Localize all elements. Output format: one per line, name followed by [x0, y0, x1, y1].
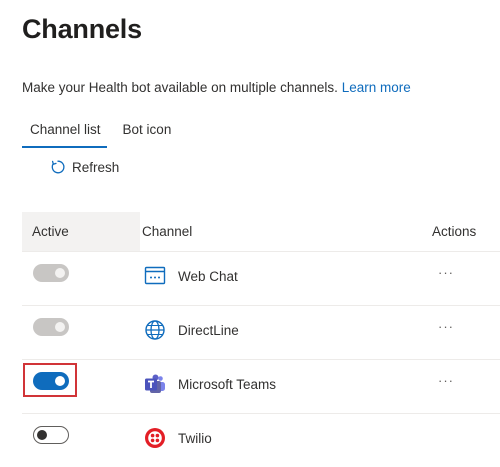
toggle-switch[interactable] [33, 264, 69, 282]
twilio-icon [145, 428, 165, 448]
more-actions-button[interactable]: ··· [438, 373, 454, 388]
web-chat-icon [144, 266, 166, 285]
column-header-channel[interactable]: Channel [142, 212, 192, 251]
toggle-switch[interactable] [33, 372, 69, 390]
channel-name: Twilio [178, 431, 212, 446]
toggle-knob [55, 322, 65, 332]
toggle-knob [37, 430, 47, 440]
table-row: Microsoft Teams ··· [22, 360, 500, 414]
channel-name: Web Chat [178, 269, 238, 284]
learn-more-link[interactable]: Learn more [342, 80, 411, 95]
column-header-actions[interactable]: Actions [432, 212, 476, 251]
table-row: Twilio [22, 414, 500, 467]
active-toggle-microsoft-teams[interactable] [23, 363, 77, 397]
more-actions-button[interactable]: ··· [438, 265, 454, 280]
refresh-button[interactable]: Refresh [50, 159, 119, 175]
toggle-switch[interactable] [33, 426, 69, 444]
active-toggle-directline[interactable] [33, 318, 69, 336]
column-header-active[interactable]: Active [22, 212, 140, 251]
toggle-knob [55, 268, 65, 278]
page-description: Make your Health bot available on multip… [22, 80, 411, 95]
refresh-icon [51, 160, 65, 174]
teams-icon [145, 374, 165, 393]
active-toggle-twilio[interactable] [33, 426, 69, 444]
tab-channel-list[interactable]: Channel list [22, 120, 107, 148]
channels-table: Active Channel Actions Web Chat ··· Dire… [22, 212, 500, 467]
description-text: Make your Health bot available on multip… [22, 80, 338, 95]
channel-name: DirectLine [178, 323, 239, 338]
table-header: Active Channel Actions [22, 212, 500, 252]
globe-icon [145, 320, 165, 340]
page-title: Channels [22, 14, 142, 44]
refresh-label: Refresh [72, 159, 120, 175]
tab-bot-icon[interactable]: Bot icon [123, 120, 172, 148]
active-toggle-web-chat[interactable] [33, 264, 69, 282]
table-row: Web Chat ··· [22, 252, 500, 306]
more-actions-button[interactable]: ··· [438, 319, 454, 334]
toggle-knob [55, 376, 65, 386]
table-row: DirectLine ··· [22, 306, 500, 360]
channel-name: Microsoft Teams [178, 377, 277, 392]
toggle-switch[interactable] [33, 318, 69, 336]
tab-list: Channel list Bot icon [22, 120, 171, 150]
